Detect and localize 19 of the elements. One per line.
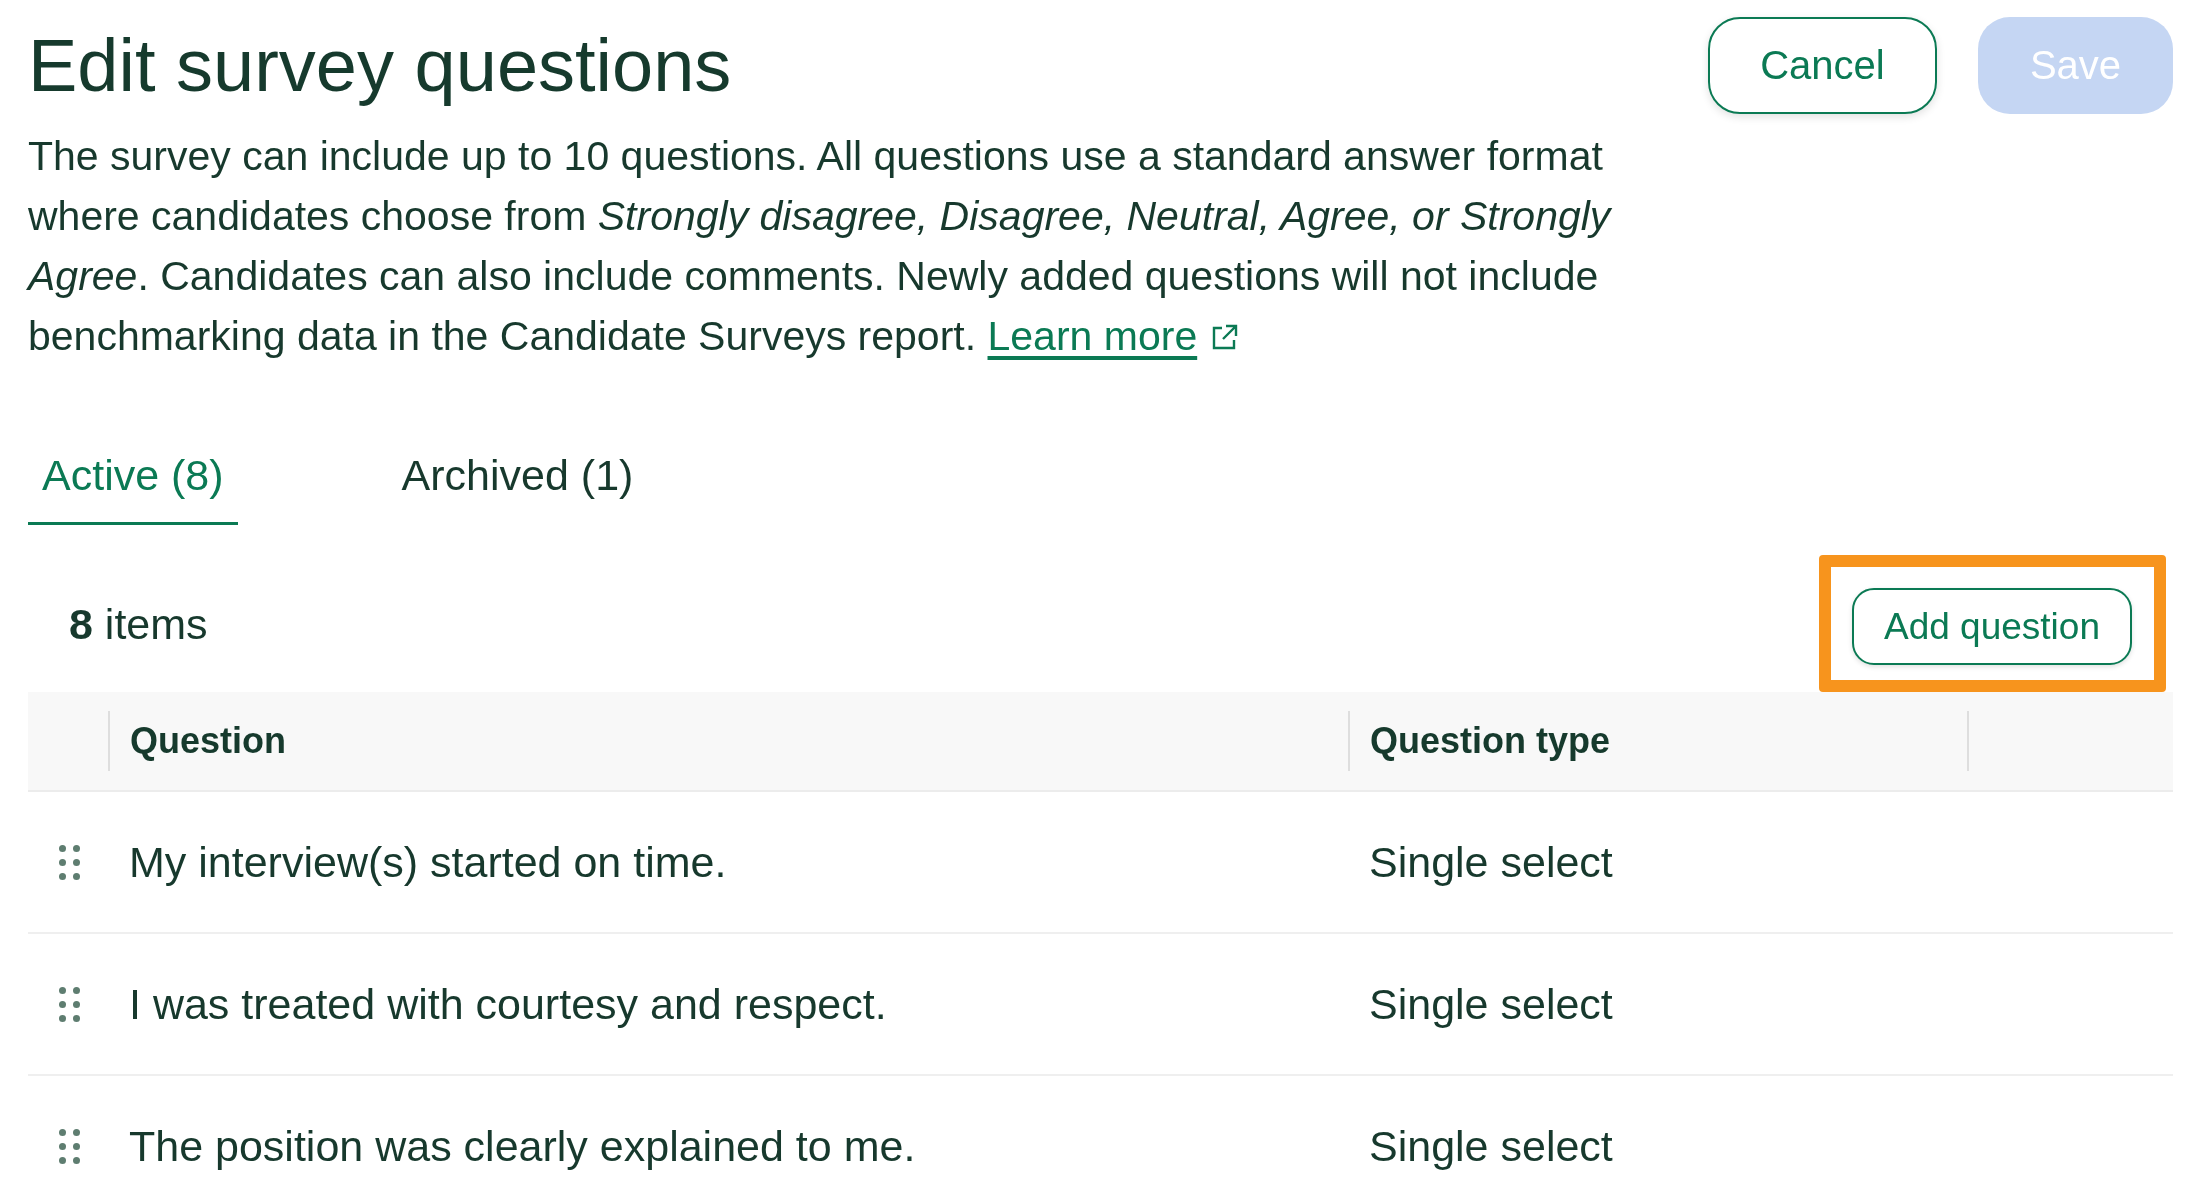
drag-handle-icon[interactable] — [59, 1128, 80, 1164]
item-count: 8 items — [69, 598, 208, 649]
drag-handle-icon[interactable] — [59, 986, 80, 1022]
table-cell: Single select — [1369, 1121, 1613, 1170]
learn-more-link[interactable]: Learn more — [987, 313, 1198, 359]
table-cell: My interview(s) started on time. — [129, 837, 727, 886]
table-cell: Single select — [1369, 979, 1613, 1028]
tab[interactable]: Active (8) — [28, 426, 238, 525]
tab[interactable]: Archived (1) — [387, 426, 648, 525]
page-title: Edit survey questions — [28, 24, 733, 108]
action-button[interactable]: Cancel — [1708, 17, 1937, 114]
table-cell: I was treated with courtesy and respect. — [129, 979, 887, 1028]
table-cell: Single select — [1369, 837, 1613, 886]
add-question-button[interactable]: Add question — [1852, 588, 2132, 665]
column-header: Question type — [1370, 720, 1611, 762]
column-header: Question — [130, 720, 286, 762]
table-cell: The position was clearly explained to me. — [129, 1121, 916, 1170]
description-text: The survey can include up to 10 questions. All questions use a standard answer format where candidates choose from Strongly disagree, Disagree, Neutral, Agree, or Strongly Agree. Candidates can also include comments. Newly added questions will not include benchmarking data in the Candidate Surveys report. Learn more — [28, 132, 1613, 361]
drag-handle-icon[interactable] — [59, 844, 80, 880]
